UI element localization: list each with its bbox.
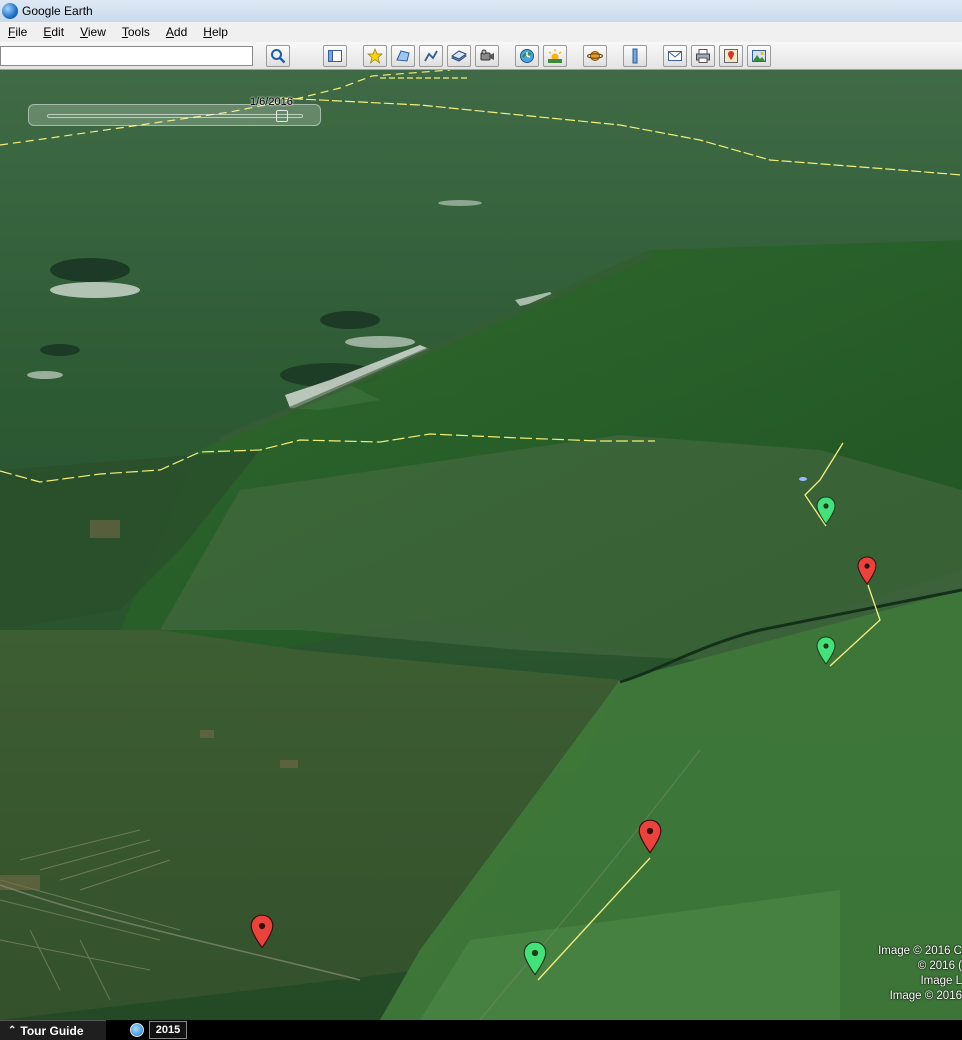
ruler-button[interactable] xyxy=(623,45,647,67)
record-tour-button[interactable] xyxy=(475,45,499,67)
attribution-line: © 2016 ( xyxy=(917,960,962,972)
google-earth-logo-icon xyxy=(2,3,18,19)
menu-help[interactable]: Help xyxy=(195,25,236,39)
imagery-attribution: Image © 2016 C © 2016 ( Image L Image © … xyxy=(862,944,962,1004)
attribution-line: Image © 2016 C xyxy=(878,945,962,957)
planets-icon xyxy=(587,51,603,61)
time-slider-track[interactable] xyxy=(47,114,303,118)
title-bar: Google Earth xyxy=(0,0,962,22)
add-placemark-icon xyxy=(367,48,383,64)
menu-view[interactable]: View xyxy=(72,25,114,39)
menu-add[interactable]: Add xyxy=(158,25,195,39)
google-earth-window: Google Earth File Edit View Tools Add He… xyxy=(0,0,962,1040)
placemark-green-3-icon[interactable] xyxy=(523,940,547,978)
placemark-green-1-icon[interactable] xyxy=(816,496,836,526)
add-polygon-button[interactable] xyxy=(391,45,415,67)
google-maps-icon xyxy=(724,49,738,63)
menu-bar: File Edit View Tools Add Help xyxy=(0,22,962,42)
search-icon xyxy=(271,49,286,64)
tour-guide-button[interactable]: ⌃ Tour Guide xyxy=(0,1020,106,1040)
bottom-bar: ⌃ Tour Guide 2015 xyxy=(0,1020,962,1040)
search-input[interactable] xyxy=(0,46,253,66)
search-button[interactable] xyxy=(266,45,290,67)
google-maps-button[interactable] xyxy=(719,45,743,67)
toolbar xyxy=(0,42,962,70)
earth-3d-view[interactable] xyxy=(0,70,962,1020)
imagery-year[interactable]: 2015 xyxy=(149,1021,187,1039)
sidebar-toggle-icon xyxy=(328,50,342,62)
menu-file[interactable]: File xyxy=(0,25,35,39)
print-icon xyxy=(696,49,710,63)
historical-imagery-icon[interactable] xyxy=(130,1023,144,1037)
image-overlay-icon xyxy=(451,50,467,62)
image-overlay-button[interactable] xyxy=(447,45,471,67)
sidebar-toggle-button[interactable] xyxy=(323,45,347,67)
email-button[interactable] xyxy=(663,45,687,67)
add-polygon-icon xyxy=(396,50,410,62)
tour-guide-label: Tour Guide xyxy=(20,1023,84,1038)
attribution-line: Image L xyxy=(920,975,962,987)
chevron-up-icon: ⌃ xyxy=(8,1025,17,1036)
sunlight-button[interactable] xyxy=(543,45,567,67)
historical-imagery-icon xyxy=(520,49,534,63)
satellite-terrain xyxy=(0,70,962,1020)
menu-tools[interactable]: Tools xyxy=(114,25,158,39)
placemark-red-3-icon[interactable] xyxy=(250,913,274,951)
record-tour-icon xyxy=(480,49,494,61)
attribution-line: Image © 2016 xyxy=(889,990,962,1002)
placemark-green-2-icon[interactable] xyxy=(816,635,836,667)
time-slider-date: 1/6/2016 xyxy=(250,96,293,108)
planets-button[interactable] xyxy=(583,45,607,67)
historical-imagery-button[interactable] xyxy=(515,45,539,67)
add-placemark-button[interactable] xyxy=(363,45,387,67)
sunlight-icon xyxy=(548,49,562,63)
menu-edit[interactable]: Edit xyxy=(35,25,72,39)
time-slider-thumb[interactable] xyxy=(276,110,289,122)
print-button[interactable] xyxy=(691,45,715,67)
placemark-red-2-icon[interactable] xyxy=(638,818,662,856)
placemark-red-1-icon[interactable] xyxy=(857,556,877,586)
save-image-icon xyxy=(752,50,766,62)
add-path-button[interactable] xyxy=(419,45,443,67)
ruler-icon xyxy=(632,48,638,64)
save-image-button[interactable] xyxy=(747,45,771,67)
window-title: Google Earth xyxy=(22,4,93,18)
email-icon xyxy=(668,51,682,61)
add-path-icon xyxy=(424,50,438,62)
